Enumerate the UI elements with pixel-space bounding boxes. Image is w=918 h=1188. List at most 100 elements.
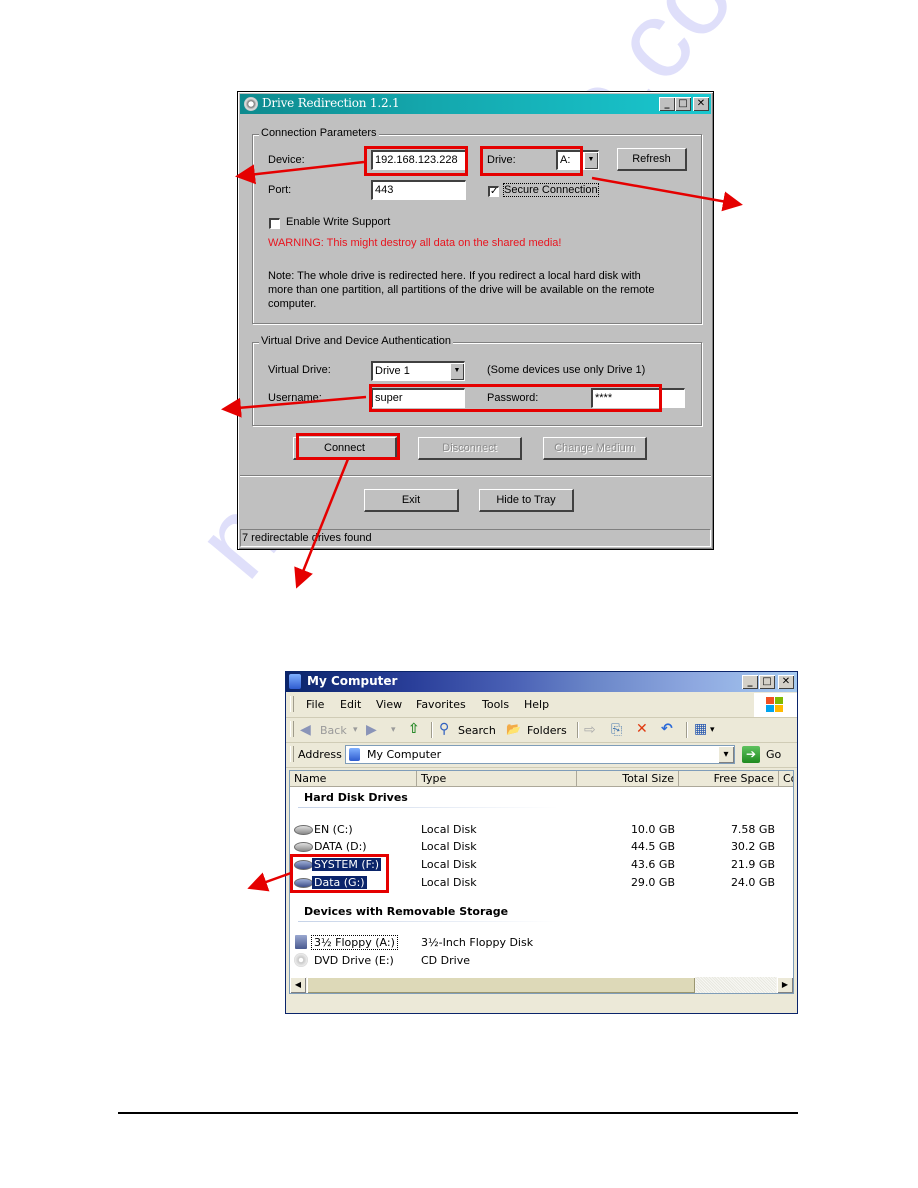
toolbar-grip[interactable] (290, 721, 294, 737)
folders-icon[interactable]: 📂 (506, 721, 521, 737)
toolbar-grip[interactable] (290, 696, 294, 712)
chevron-down-icon[interactable]: ▼ (584, 152, 598, 169)
virtual-drive-select[interactable]: Drive 1 ▼ (371, 361, 465, 381)
status-bar: 7 redirectable drives found (240, 529, 711, 547)
password-input[interactable]: **** (591, 388, 685, 408)
copy-to-icon[interactable]: ⎘ (611, 722, 622, 738)
group-divider (298, 807, 558, 808)
close-button[interactable]: ✕ (778, 675, 794, 689)
column-header-total-size[interactable]: Total Size (577, 771, 679, 787)
chevron-down-icon[interactable]: ▾ (710, 722, 715, 738)
exit-button[interactable]: Exit (364, 489, 459, 512)
list-item[interactable]: EN (C:) Local Disk 10.0 GB 7.58 GB (290, 822, 793, 838)
chevron-down-icon[interactable]: ▾ (391, 722, 396, 738)
drive-name[interactable]: DATA (D:) (312, 840, 369, 853)
go-button[interactable]: Go (766, 748, 781, 761)
hide-to-tray-button[interactable]: Hide to Tray (479, 489, 574, 512)
horizontal-scrollbar[interactable]: ◀ ▶ (290, 977, 793, 993)
menu-help[interactable]: Help (524, 698, 549, 711)
drive-name[interactable]: 3½ Floppy (A:) (311, 935, 398, 950)
virtual-drive-label: Virtual Drive: (268, 364, 331, 376)
chevron-down-icon[interactable]: ▾ (353, 722, 358, 738)
column-header-comments[interactable]: Co (779, 771, 793, 787)
menu-edit[interactable]: Edit (340, 698, 361, 711)
views-icon[interactable]: ▦ (694, 721, 707, 737)
port-input[interactable]: 443 (371, 180, 466, 200)
minimize-button[interactable]: _ (742, 675, 758, 689)
secure-connection-checkbox[interactable]: ✓ (488, 186, 499, 197)
list-item[interactable]: Data (G:) Local Disk 29.0 GB 24.0 GB (290, 875, 793, 891)
change-medium-button[interactable]: Change Medium (543, 437, 647, 460)
drive-select[interactable]: A: ▼ (556, 150, 599, 170)
drive-type: Local Disk (421, 840, 477, 853)
chevron-down-icon[interactable]: ▼ (450, 363, 464, 380)
hard-drive-icon (294, 860, 313, 870)
hard-drive-icon (294, 825, 313, 835)
go-arrow-icon[interactable]: ➔ (742, 746, 760, 763)
scroll-right-icon[interactable]: ▶ (777, 977, 793, 993)
group-header-hard-disk-drives: Hard Disk Drives (304, 791, 408, 804)
menu-favorites[interactable]: Favorites (416, 698, 466, 711)
drive-name[interactable]: DVD Drive (E:) (312, 954, 396, 967)
move-to-icon[interactable]: ⇨ (584, 722, 596, 738)
drive-total-size: 29.0 GB (630, 876, 675, 889)
minimize-button[interactable]: _ (659, 97, 675, 111)
menu-file[interactable]: File (306, 698, 324, 711)
device-input[interactable]: 192.168.123.228 (371, 150, 466, 170)
hard-drive-icon (294, 842, 313, 852)
scroll-left-icon[interactable]: ◀ (290, 977, 306, 993)
back-icon[interactable]: ◀ (300, 722, 311, 738)
back-button[interactable]: Back (320, 724, 347, 737)
search-button[interactable]: Search (458, 724, 496, 737)
toolbar-separator (686, 722, 688, 738)
search-icon[interactable]: ⚲ (439, 721, 449, 737)
drive-type: Local Disk (421, 876, 477, 889)
up-folder-icon[interactable]: ⇧ (408, 721, 420, 737)
close-button[interactable]: ✕ (693, 97, 709, 111)
port-label: Port: (268, 184, 292, 196)
device-label: Device: (268, 154, 305, 166)
drive-name[interactable]: Data (G:) (312, 876, 367, 889)
maximize-button[interactable]: □ (759, 675, 775, 689)
enable-write-support-label[interactable]: Enable Write Support (286, 216, 390, 228)
footer-rule (118, 1112, 798, 1114)
connect-button[interactable]: Connect (293, 437, 397, 460)
list-item[interactable]: SYSTEM (F:) Local Disk 43.6 GB 21.9 GB (290, 857, 793, 873)
secure-connection-label[interactable]: Secure Connection (503, 183, 599, 197)
scrollbar-track[interactable] (696, 977, 776, 993)
scrollbar-thumb[interactable] (307, 977, 695, 993)
title-bar[interactable]: Drive Redirection 1.2.1 _ □ ✕ (240, 94, 711, 114)
address-label: Address (298, 748, 342, 761)
windows-logo-part (766, 705, 774, 712)
column-header-type[interactable]: Type (417, 771, 577, 787)
address-input[interactable]: My Computer ▾ (345, 745, 735, 764)
drive-select-value: A: (560, 154, 571, 166)
list-item[interactable]: DVD Drive (E:) CD Drive (290, 953, 793, 969)
folders-button[interactable]: Folders (527, 724, 567, 737)
column-header-free-space[interactable]: Free Space (679, 771, 779, 787)
drive-name[interactable]: EN (C:) (312, 823, 355, 836)
my-computer-window: My Computer _ □ ✕ File Edit View Favorit… (285, 671, 798, 1014)
windows-logo-part (775, 705, 783, 712)
menu-tools[interactable]: Tools (482, 698, 509, 711)
list-item[interactable]: DATA (D:) Local Disk 44.5 GB 30.2 GB (290, 839, 793, 855)
chevron-down-icon[interactable]: ▾ (718, 746, 734, 763)
disconnect-button[interactable]: Disconnect (418, 437, 522, 460)
refresh-button[interactable]: Refresh (617, 148, 687, 171)
column-header-name[interactable]: Name (290, 771, 417, 787)
title-bar[interactable]: My Computer _ □ ✕ (286, 672, 797, 692)
undo-icon[interactable]: ↶ (661, 721, 673, 737)
toolbar-grip[interactable] (290, 746, 294, 762)
note-line-3: computer. (268, 298, 317, 310)
group-label: Virtual Drive and Device Authentication (259, 335, 453, 347)
drive-name[interactable]: SYSTEM (F:) (312, 858, 382, 871)
menu-view[interactable]: View (376, 698, 402, 711)
delete-icon[interactable]: ✕ (636, 721, 648, 737)
forward-icon[interactable]: ▶ (366, 722, 377, 738)
toolbar-separator (577, 722, 579, 738)
enable-write-support-checkbox[interactable] (269, 218, 280, 229)
drive-total-size: 10.0 GB (630, 823, 675, 836)
list-item[interactable]: 3½ Floppy (A:) 3½-Inch Floppy Disk (290, 935, 793, 951)
username-input[interactable]: super (371, 388, 465, 408)
maximize-button[interactable]: □ (675, 97, 691, 111)
